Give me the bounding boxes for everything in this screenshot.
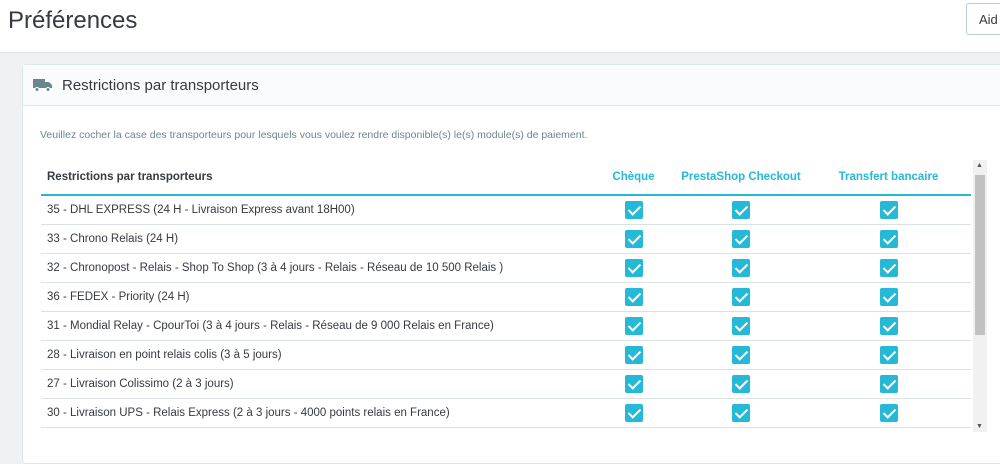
carrier-label: 28 - Livraison en point relais colis (3 … [47, 349, 282, 361]
table-row: 28 - Livraison en point relais colis (3 … [41, 341, 971, 370]
checkbox-prestashop-checkout[interactable] [732, 201, 750, 219]
truck-icon [33, 79, 52, 92]
column-header-cheque: Chèque [612, 171, 655, 183]
table-row: 30 - Livraison UPS - Relais Express (2 à… [41, 399, 971, 428]
checkbox-cheque[interactable] [624, 259, 643, 277]
checkbox-cheque[interactable] [624, 230, 643, 248]
carrier-label: 27 - Livraison Colissimo (2 à 3 jours) [47, 378, 234, 390]
checkbox-bank-transfer[interactable] [879, 288, 898, 306]
checkbox-cheque[interactable] [624, 404, 643, 422]
checkbox-bank-transfer[interactable] [879, 375, 898, 393]
checkbox-cheque[interactable] [624, 317, 643, 335]
table-header: Restrictions par transporteurs Chèque Pr… [41, 160, 971, 196]
table-row: 35 - DHL EXPRESS (24 H - Livraison Expre… [41, 196, 971, 225]
checkbox-bank-transfer[interactable] [879, 259, 898, 277]
column-header-bank-transfer: Transfert bancaire [838, 171, 939, 183]
checkbox-prestashop-checkout[interactable] [732, 288, 750, 306]
checkbox-bank-transfer[interactable] [879, 404, 898, 422]
table-row: 31 - Mondial Relay - CpourToi (3 à 4 jou… [41, 312, 971, 341]
checkbox-cheque[interactable] [624, 375, 643, 393]
checkbox-bank-transfer[interactable] [879, 201, 898, 219]
table-row: 27 - Livraison Colissimo (2 à 3 jours) [41, 370, 971, 399]
carrier-label: 31 - Mondial Relay - CpourToi (3 à 4 jou… [47, 320, 494, 332]
scroll-up-icon[interactable]: ▲ [976, 162, 983, 169]
checkbox-cheque[interactable] [624, 201, 643, 219]
column-header-prestashop-checkout: PrestaShop Checkout [681, 171, 801, 183]
carrier-label: 35 - DHL EXPRESS (24 H - Livraison Expre… [47, 204, 355, 216]
checkbox-bank-transfer[interactable] [879, 317, 898, 335]
checkbox-cheque[interactable] [624, 288, 643, 306]
checkbox-prestashop-checkout[interactable] [732, 317, 750, 335]
table-row: 32 - Chronopost - Relais - Shop To Shop … [41, 254, 971, 283]
panel-title: Restrictions par transporteurs [62, 76, 259, 94]
checkbox-prestashop-checkout[interactable] [732, 230, 750, 248]
checkbox-prestashop-checkout[interactable] [732, 375, 750, 393]
panel-heading: Restrictions par transporteurs [23, 65, 1000, 106]
table-row: 36 - FEDEX - Priority (24 H) [41, 283, 971, 312]
scrollbar-thumb[interactable] [975, 175, 985, 335]
page-header: Préférences Aid [0, 0, 1000, 53]
carrier-restrictions-panel: Restrictions par transporteurs Veuillez … [22, 64, 1000, 464]
checkbox-prestashop-checkout[interactable] [732, 346, 750, 364]
checkbox-prestashop-checkout[interactable] [732, 404, 750, 422]
page-title: Préférences [8, 7, 138, 34]
checkbox-bank-transfer[interactable] [879, 346, 898, 364]
checkbox-bank-transfer[interactable] [879, 230, 898, 248]
panel-description: Veuillez cocher la case des transporteur… [40, 129, 588, 141]
help-button[interactable]: Aid [966, 3, 1000, 35]
carrier-label: 36 - FEDEX - Priority (24 H) [47, 291, 190, 303]
checkbox-prestashop-checkout[interactable] [732, 259, 750, 277]
scrollbar[interactable]: ▲ ▼ [973, 160, 987, 432]
carrier-label: 32 - Chronopost - Relais - Shop To Shop … [47, 262, 504, 274]
scroll-down-icon[interactable]: ▼ [976, 423, 983, 430]
column-header-carrier: Restrictions par transporteurs [47, 171, 213, 183]
carrier-table: Restrictions par transporteurs Chèque Pr… [41, 160, 971, 428]
checkbox-cheque[interactable] [624, 346, 643, 364]
carrier-label: 33 - Chrono Relais (24 H) [47, 233, 179, 245]
carrier-label: 30 - Livraison UPS - Relais Express (2 à… [47, 407, 450, 419]
table-row: 33 - Chrono Relais (24 H) [41, 225, 971, 254]
